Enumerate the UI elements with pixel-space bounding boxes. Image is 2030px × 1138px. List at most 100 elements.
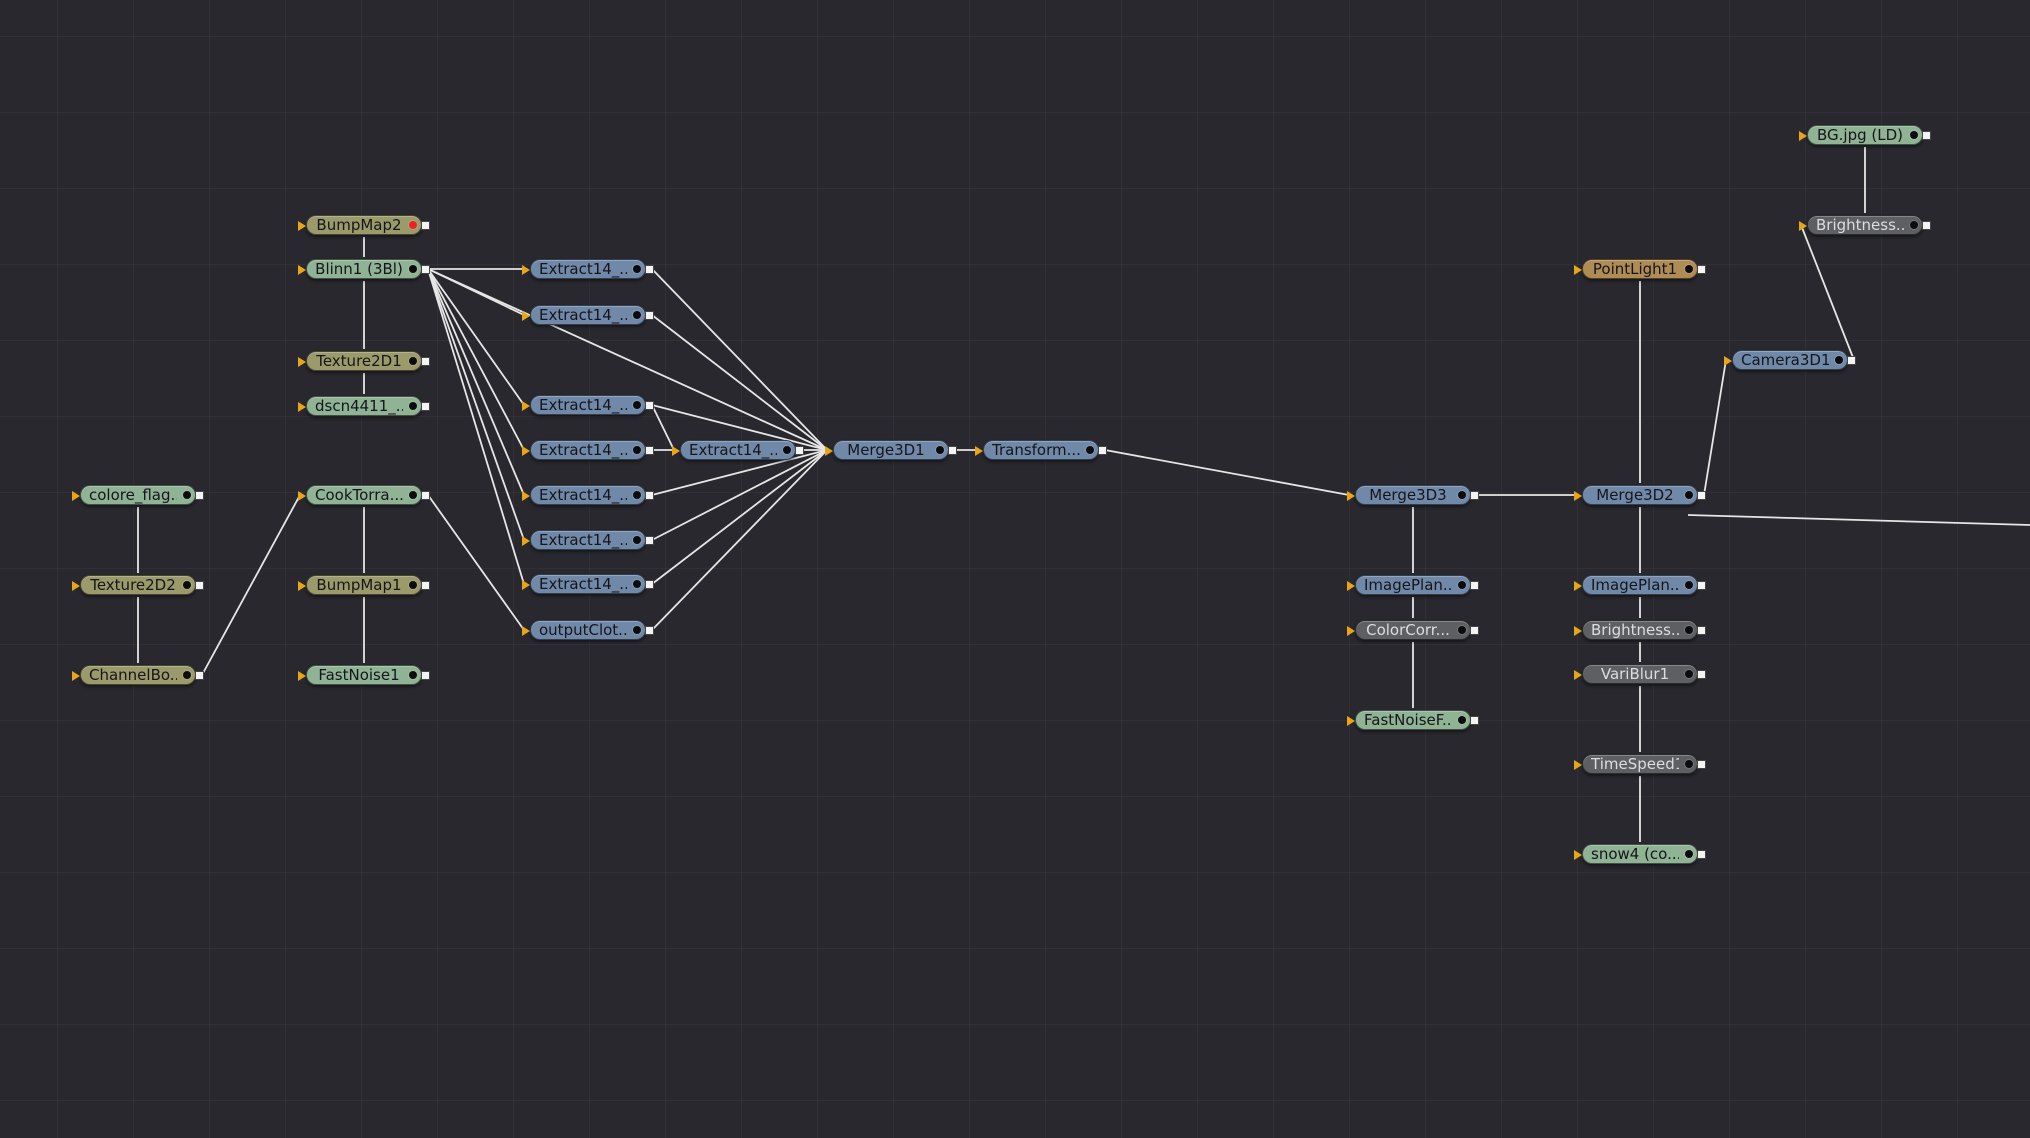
- node-extract_h[interactable]: Extract14_...: [672, 440, 804, 460]
- node-snow4[interactable]: snow4 (co...: [1574, 844, 1706, 864]
- node-bumpmap1[interactable]: BumpMap1: [298, 575, 430, 595]
- view-toggle-icon[interactable]: [409, 357, 417, 365]
- output-port-icon[interactable]: [1098, 446, 1107, 455]
- view-toggle-icon[interactable]: [409, 402, 417, 410]
- node-merge3d2[interactable]: Merge3D2: [1574, 485, 1706, 505]
- node-blinn1[interactable]: Blinn1 (3Bl): [298, 259, 430, 279]
- view-toggle-icon[interactable]: [633, 536, 641, 544]
- input-port-icon[interactable]: [975, 446, 983, 456]
- view-toggle-icon[interactable]: [183, 491, 191, 499]
- view-toggle-icon[interactable]: [409, 581, 417, 589]
- view-toggle-icon[interactable]: [1685, 265, 1693, 273]
- output-port-icon[interactable]: [1697, 265, 1706, 274]
- output-port-icon[interactable]: [421, 357, 430, 366]
- input-port-icon[interactable]: [522, 265, 530, 275]
- node-merge3d3[interactable]: Merge3D3: [1347, 485, 1479, 505]
- input-port-icon[interactable]: [298, 265, 306, 275]
- node-fastnoise1[interactable]: FastNoise1: [298, 665, 430, 685]
- view-toggle-icon[interactable]: [936, 446, 944, 454]
- node-brightness2[interactable]: Brightness...: [1574, 620, 1706, 640]
- output-port-icon[interactable]: [1697, 850, 1706, 859]
- view-toggle-icon[interactable]: [1086, 446, 1094, 454]
- output-port-icon[interactable]: [1697, 670, 1706, 679]
- input-port-icon[interactable]: [298, 402, 306, 412]
- output-port-icon[interactable]: [1847, 356, 1856, 365]
- node-channelbo[interactable]: ChannelBo...: [72, 665, 204, 685]
- view-toggle-icon[interactable]: [1458, 626, 1466, 634]
- view-toggle-icon[interactable]: [633, 311, 641, 319]
- error-dot-icon[interactable]: [409, 221, 417, 229]
- node-extract_e[interactable]: Extract14_...: [522, 485, 654, 505]
- input-port-icon[interactable]: [522, 311, 530, 321]
- input-port-icon[interactable]: [672, 446, 680, 456]
- view-toggle-icon[interactable]: [633, 626, 641, 634]
- output-port-icon[interactable]: [1697, 626, 1706, 635]
- view-toggle-icon[interactable]: [633, 446, 641, 454]
- input-port-icon[interactable]: [522, 536, 530, 546]
- input-port-icon[interactable]: [72, 491, 80, 501]
- output-port-icon[interactable]: [645, 401, 654, 410]
- output-port-icon[interactable]: [645, 446, 654, 455]
- input-port-icon[interactable]: [1347, 716, 1355, 726]
- view-toggle-icon[interactable]: [1458, 581, 1466, 589]
- output-port-icon[interactable]: [1470, 626, 1479, 635]
- node-imageplan2[interactable]: ImagePlan...: [1574, 575, 1706, 595]
- output-port-icon[interactable]: [645, 265, 654, 274]
- node-extract_b[interactable]: Extract14_...: [522, 305, 654, 325]
- input-port-icon[interactable]: [1347, 626, 1355, 636]
- input-port-icon[interactable]: [1724, 356, 1732, 366]
- view-toggle-icon[interactable]: [633, 401, 641, 409]
- node-merge3d1[interactable]: Merge3D1: [825, 440, 957, 460]
- output-port-icon[interactable]: [1697, 760, 1706, 769]
- node-transform[interactable]: Transform...: [975, 440, 1107, 460]
- output-port-icon[interactable]: [948, 446, 957, 455]
- view-toggle-icon[interactable]: [783, 446, 791, 454]
- view-toggle-icon[interactable]: [183, 581, 191, 589]
- input-port-icon[interactable]: [298, 581, 306, 591]
- node-bumpmap2[interactable]: BumpMap2: [298, 215, 430, 235]
- input-port-icon[interactable]: [1347, 581, 1355, 591]
- output-port-icon[interactable]: [795, 446, 804, 455]
- view-toggle-icon[interactable]: [1835, 356, 1843, 364]
- input-port-icon[interactable]: [1574, 670, 1582, 680]
- input-port-icon[interactable]: [72, 671, 80, 681]
- output-port-icon[interactable]: [645, 311, 654, 320]
- output-port-icon[interactable]: [1470, 581, 1479, 590]
- input-port-icon[interactable]: [825, 446, 833, 456]
- view-toggle-icon[interactable]: [633, 265, 641, 273]
- output-port-icon[interactable]: [421, 671, 430, 680]
- input-port-icon[interactable]: [72, 581, 80, 591]
- view-toggle-icon[interactable]: [1458, 491, 1466, 499]
- output-port-icon[interactable]: [421, 402, 430, 411]
- node-extract_f[interactable]: Extract14_...: [522, 530, 654, 550]
- view-toggle-icon[interactable]: [1685, 626, 1693, 634]
- output-port-icon[interactable]: [195, 581, 204, 590]
- input-port-icon[interactable]: [1574, 265, 1582, 275]
- view-toggle-icon[interactable]: [409, 671, 417, 679]
- output-port-icon[interactable]: [421, 265, 430, 274]
- node-extract_a[interactable]: Extract14_...: [522, 259, 654, 279]
- node-pointlight1[interactable]: PointLight1: [1574, 259, 1706, 279]
- input-port-icon[interactable]: [298, 491, 306, 501]
- output-port-icon[interactable]: [645, 626, 654, 635]
- node-colore_flag[interactable]: colore_flag...: [72, 485, 204, 505]
- input-port-icon[interactable]: [1574, 491, 1582, 501]
- view-toggle-icon[interactable]: [1685, 670, 1693, 678]
- output-port-icon[interactable]: [1922, 221, 1931, 230]
- node-extract_g[interactable]: Extract14_...: [522, 574, 654, 594]
- view-toggle-icon[interactable]: [409, 491, 417, 499]
- node-extract_d[interactable]: Extract14_...: [522, 440, 654, 460]
- node-extract_c[interactable]: Extract14_...: [522, 395, 654, 415]
- view-toggle-icon[interactable]: [1458, 716, 1466, 724]
- output-port-icon[interactable]: [1922, 131, 1931, 140]
- node-brightness1[interactable]: Brightness...: [1799, 215, 1931, 235]
- view-toggle-icon[interactable]: [1910, 131, 1918, 139]
- node-variblur1[interactable]: VariBlur1: [1574, 664, 1706, 684]
- node-bgjpg[interactable]: BG.jpg (LD): [1799, 125, 1931, 145]
- view-toggle-icon[interactable]: [1685, 491, 1693, 499]
- output-port-icon[interactable]: [1470, 716, 1479, 725]
- input-port-icon[interactable]: [298, 221, 306, 231]
- output-port-icon[interactable]: [645, 580, 654, 589]
- output-port-icon[interactable]: [195, 671, 204, 680]
- input-port-icon[interactable]: [298, 671, 306, 681]
